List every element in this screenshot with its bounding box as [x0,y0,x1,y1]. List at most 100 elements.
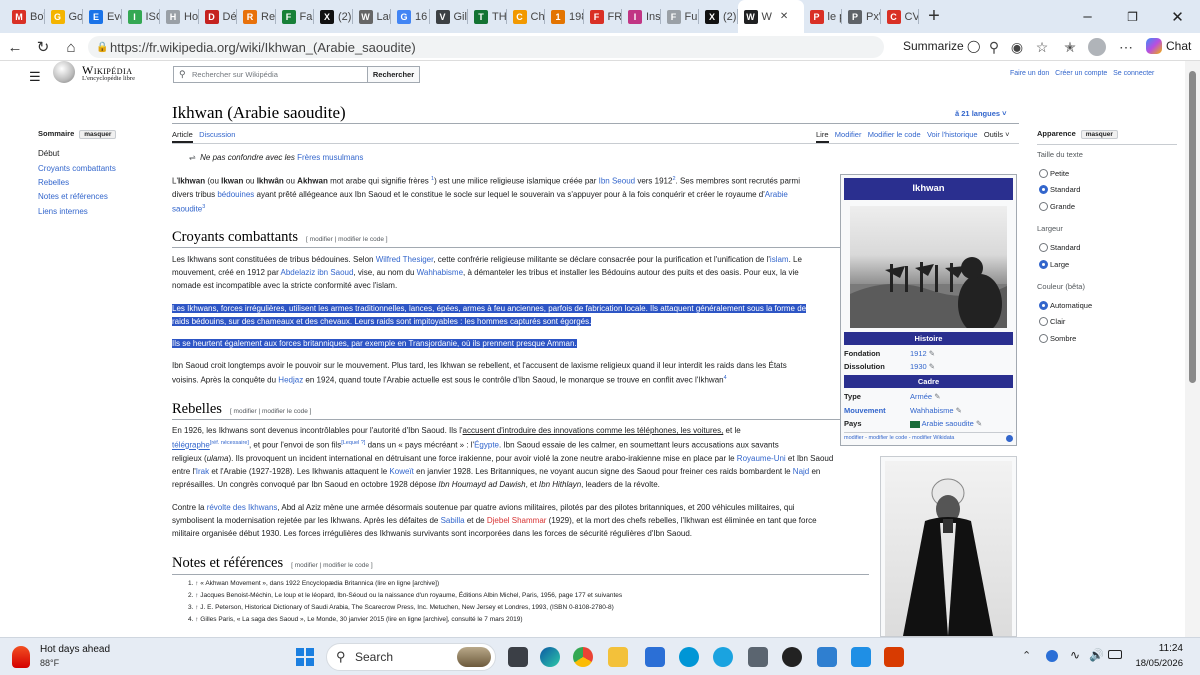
info-icon[interactable] [1006,435,1013,442]
section-edit-links[interactable]: [ modifier | modifier le code ] [306,236,388,243]
clock-date[interactable]: 18/05/2026 [1131,658,1183,669]
back-icon[interactable]: ← [5,37,25,57]
link-egypte[interactable]: Égypte [474,441,499,450]
task-view-icon[interactable] [508,647,528,667]
link-islam[interactable]: islam [770,255,789,264]
url-field[interactable]: 🔒 https://fr.wikipedia.org/wiki/Ikhwan_(… [88,36,884,58]
radio-width-standard[interactable] [1039,243,1048,252]
tab-discussion[interactable]: Discussion [199,130,235,139]
link-telegraphe[interactable]: télégraphe [172,441,210,450]
new-tab-button[interactable]: + [919,0,949,33]
radio-size-grande[interactable] [1039,202,1048,211]
more-menu-icon[interactable]: ⋯ [1117,38,1135,56]
edit-pencil-icon[interactable]: ✎ [929,362,935,371]
browser-tab[interactable]: Ple p [804,0,842,33]
wiki-search-button[interactable]: Rechercher [367,66,420,83]
browser-tab[interactable]: GGoo [45,0,83,33]
browser-tab[interactable]: 1 198 [545,0,584,33]
radio-color-sombre[interactable] [1039,334,1048,343]
copilot-chat-button[interactable]: Chat [1146,38,1191,54]
minimize-icon[interactable]: – [1065,0,1110,33]
hatnote-link[interactable]: Frères musulmans [297,153,363,162]
battery-icon[interactable] [1108,650,1122,659]
link-bedouines[interactable]: bédouines [217,190,254,199]
edit-pencil-icon[interactable]: ✎ [929,349,935,358]
favorites-icon[interactable]: ✭ [1061,38,1079,56]
link-revolte[interactable]: révolte des Ikhwans [207,503,278,512]
donate-link[interactable]: Faire un don [1010,70,1049,77]
radio-color-clair[interactable] [1039,317,1048,326]
toc-item-liens[interactable]: Liens internes [38,207,88,216]
close-icon[interactable]: ✕ [1155,0,1200,33]
calculator-icon[interactable] [748,647,768,667]
hp-icon[interactable] [679,647,699,667]
browser-tab[interactable]: FFan [276,0,314,33]
browser-tab[interactable]: FFun [661,0,699,33]
summarize-button[interactable]: Summarize ◯ [903,39,980,53]
zoom-icon[interactable]: ⚲ [985,38,1003,56]
link-djebel-shammar[interactable]: Djebel Shammar [487,516,547,525]
link-ibn-seoud[interactable]: Ibn Seoud [599,177,635,186]
radio-size-petite[interactable] [1039,169,1048,178]
tab-modifier[interactable]: Modifier [835,130,862,139]
favorite-star-icon[interactable]: ☆ [1033,38,1051,56]
maximize-icon[interactable]: ❐ [1110,0,1155,33]
portrait-thumbnail[interactable] [880,456,1017,637]
browser-tab[interactable]: I Inst [622,0,661,33]
weather-title[interactable]: Hot days ahead [40,644,110,655]
browser-tab[interactable]: CCV1 [881,0,919,33]
section-edit-links[interactable]: [ modifier | modifier le code ] [230,408,312,415]
create-account-link[interactable]: Créer un compte [1055,70,1107,77]
link-koweit[interactable]: Koweït [389,467,413,476]
browser-tab[interactable]: DDéta [199,0,237,33]
browser-tab[interactable]: W W ✕ [737,0,804,33]
tray-app-icon[interactable] [1046,650,1058,662]
support-icon[interactable] [713,647,733,667]
link-thesiger[interactable]: Wilfred Thesiger [376,255,434,264]
tab-outils[interactable]: Outils ˅ [984,130,1010,139]
profile-avatar[interactable] [1088,38,1106,56]
page-scrollbar[interactable] [1185,61,1200,637]
browser-tab[interactable]: P PxW [842,0,881,33]
chrome-icon[interactable] [573,647,593,667]
toc-hide-button[interactable]: masquer [79,129,117,139]
link-royaume-uni[interactable]: Royaume-Uni [737,454,786,463]
edit-pencil-icon[interactable]: ✎ [934,392,940,401]
wiki-search-input[interactable]: ⚲ Rechercher sur Wikipédia [173,66,368,83]
home-icon[interactable]: ⌂ [61,37,81,57]
link-sabilla[interactable]: Sabilla [441,516,465,525]
toc-item-notes[interactable]: Notes et références [38,192,108,201]
link-irak[interactable]: Irak [196,467,209,476]
volume-icon[interactable]: 🔊 [1089,648,1104,662]
radio-size-standard[interactable] [1039,185,1048,194]
word-icon[interactable] [884,647,904,667]
tab-lire[interactable]: Lire [816,130,829,143]
browser-tab[interactable]: M Boît [6,0,45,33]
link-wahhabisme[interactable]: Wahhabisme [417,268,463,277]
browser-tab[interactable]: G 16 n [391,0,430,33]
radio-color-auto[interactable] [1039,301,1048,310]
file-explorer-icon[interactable] [608,647,628,667]
login-link[interactable]: Se connecter [1113,70,1154,77]
wifi-icon[interactable]: ∿ [1070,648,1080,662]
clock-time[interactable]: 11:24 [1135,643,1183,654]
infobox-footer-links[interactable]: modifier - modifier le code - modifier W… [844,435,954,441]
browser-tab[interactable]: T THE [468,0,507,33]
scrollbar-thumb[interactable] [1189,71,1196,383]
thermometer-icon[interactable] [12,646,30,668]
read-aloud-icon[interactable]: ◉ [1008,38,1026,56]
tab-modifier-code[interactable]: Modifier le code [868,130,921,139]
browser-tab[interactable]: R Red [237,0,276,33]
language-button[interactable]: ă 21 langues ˅ [955,109,1007,118]
edit-pencil-icon[interactable]: ✎ [956,406,962,415]
media-player-icon[interactable] [782,647,802,667]
edge-icon[interactable] [540,647,560,667]
link-abdelaziz[interactable]: Abdelaziz ibn Saoud [281,268,354,277]
edit-pencil-icon[interactable]: ✎ [976,419,982,428]
browser-tab[interactable]: CChe [507,0,545,33]
main-menu-icon[interactable]: ☰ [29,69,41,85]
section-edit-links[interactable]: [ modifier | modifier le code ] [291,562,373,569]
toc-item-debut[interactable]: Début [38,149,59,158]
appearance-hide-button[interactable]: masquer [1080,129,1118,139]
browser-tab[interactable]: VGile [430,0,468,33]
